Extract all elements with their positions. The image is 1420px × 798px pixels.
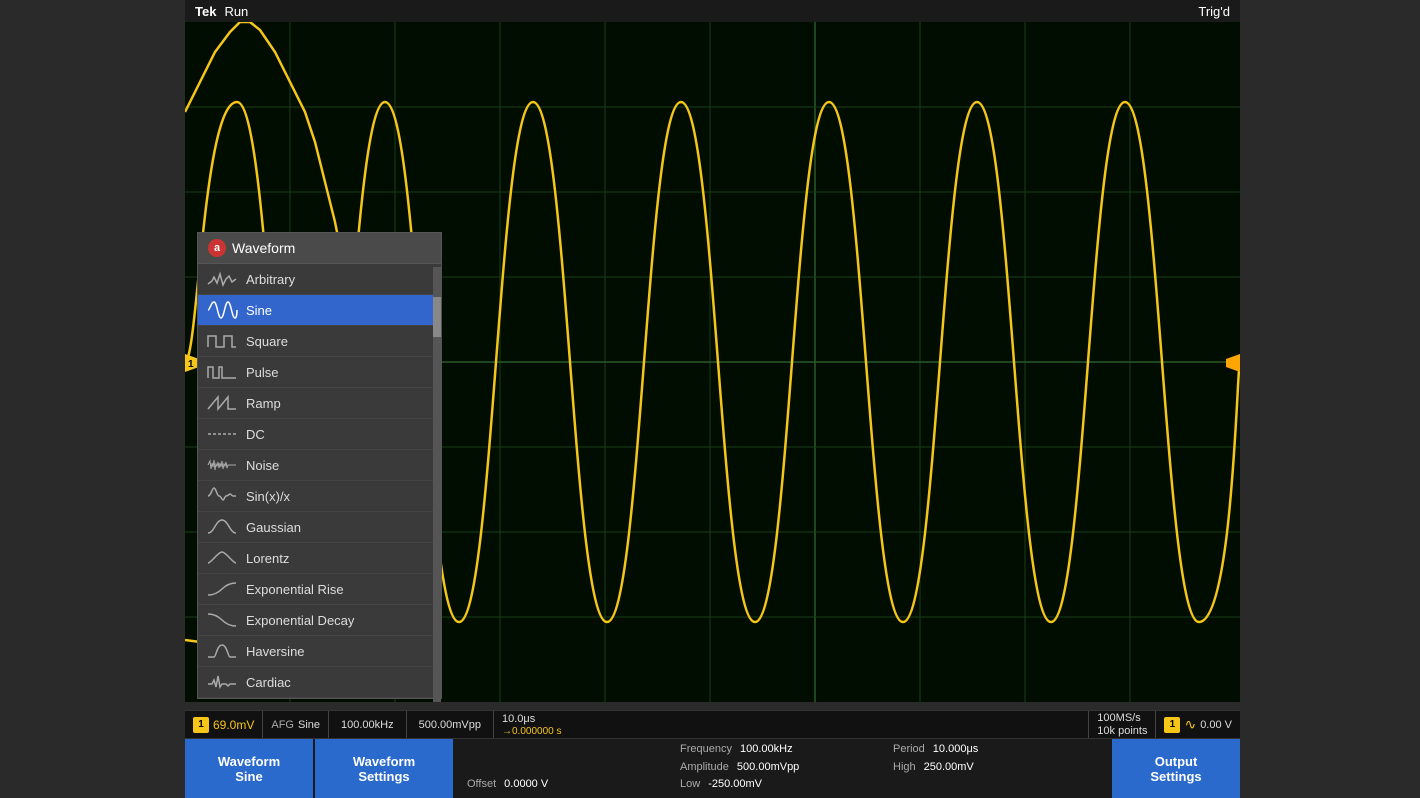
amp-bottom: 500.00mVpp — [419, 719, 481, 731]
func-info-high: High 250.00mV — [893, 761, 1098, 777]
run-status: Run — [224, 4, 248, 19]
scope-screen: 1 a Waveform Arbitrary — [185, 22, 1240, 702]
waveform-label-square: Square — [246, 334, 288, 349]
waveform-label-exp-decay: Exponential Decay — [246, 613, 354, 628]
waveform-settings-btn-label: Waveform Settings — [353, 754, 415, 784]
freq-val: 100.00kHz — [740, 743, 793, 759]
waveform-settings-btn[interactable]: Waveform Settings — [315, 739, 455, 798]
afg-bottom-type: Sine — [298, 719, 320, 731]
waveform-item-gaussian[interactable]: Gaussian — [198, 512, 441, 543]
waveform-label-sinx: Sin(x)/x — [246, 489, 290, 504]
svg-text:1: 1 — [188, 359, 194, 370]
waveform-label-cardiac: Cardiac — [246, 675, 291, 690]
bottom-status-bar: 1 69.0mV AFG Sine 100.00kHz 500.00mVpp 1… — [185, 710, 1240, 738]
func-info-amplitude: Amplitude 500.00mVpp — [680, 761, 885, 777]
waveform-item-noise[interactable]: Noise — [198, 450, 441, 481]
freq-bottom: 100.00kHz — [341, 719, 394, 731]
low-label: Low — [680, 778, 700, 794]
waveform-item-arbitrary[interactable]: Arbitrary — [198, 264, 441, 295]
output-settings-btn[interactable]: Output Settings — [1110, 739, 1240, 798]
waveform-label-gaussian: Gaussian — [246, 520, 301, 535]
waveform-label-lorentz: Lorentz — [246, 551, 289, 566]
waveform-item-exp-decay[interactable]: Exponential Decay — [198, 605, 441, 636]
top-bar: Tek Run Trig'd — [185, 0, 1240, 22]
func-bar: Waveform Sine Waveform Settings Frequenc… — [185, 738, 1240, 798]
waveform-label-exp-rise: Exponential Rise — [246, 582, 344, 597]
right-panel — [1235, 0, 1420, 798]
high-val: 250.00mV — [924, 761, 974, 777]
waveform-item-exp-rise[interactable]: Exponential Rise — [198, 574, 441, 605]
out-sine-sym: ∿ — [1184, 716, 1196, 733]
waveform-item-haversine[interactable]: Haversine — [198, 636, 441, 667]
out-ch-badge: 1 — [1164, 717, 1180, 733]
waveform-item-cardiac[interactable]: Cardiac — [198, 667, 441, 698]
func-info-spare — [467, 743, 672, 776]
waveform-label-pulse: Pulse — [246, 365, 279, 380]
func-info-offset: Offset 0.0000 V — [467, 778, 672, 794]
period-label: Period — [893, 743, 925, 759]
waveform-label-ramp: Ramp — [246, 396, 281, 411]
waveform-dropdown: a Waveform Arbitrary Sine Squ — [197, 232, 442, 699]
waveform-item-square[interactable]: Square — [198, 326, 441, 357]
dropdown-scrollbar[interactable] — [433, 267, 441, 702]
timeoffset-bottom: →0.000000 s — [502, 726, 562, 737]
trig-status: Trig'd — [1198, 4, 1230, 19]
waveform-item-pulse[interactable]: Pulse — [198, 357, 441, 388]
output-settings-btn-label: Output Settings — [1150, 754, 1201, 784]
dropdown-header: a Waveform — [198, 233, 441, 264]
func-info-low: Low -250.00mV — [680, 778, 885, 794]
dropdown-scrollbar-thumb[interactable] — [433, 297, 441, 337]
out-volt: 0.00 V — [1200, 719, 1232, 731]
waveform-item-dc[interactable]: DC — [198, 419, 441, 450]
waveform-item-ramp[interactable]: Ramp — [198, 388, 441, 419]
ch1-badge-bottom: 1 — [193, 717, 209, 733]
low-val: -250.00mV — [708, 778, 762, 794]
freq-label: Frequency — [680, 743, 732, 759]
samplerate-bottom: 100MS/s — [1097, 712, 1147, 724]
brand-logo: Tek — [195, 4, 216, 19]
trig-right-marker — [1222, 354, 1240, 372]
waveform-label-noise: Noise — [246, 458, 279, 473]
high-label: High — [893, 761, 916, 777]
left-panel — [0, 0, 185, 798]
oscilloscope-frame: Tek Run Trig'd — [0, 0, 1420, 798]
waveform-label-dc: DC — [246, 427, 265, 442]
offset-label: Offset — [467, 778, 496, 794]
waveform-btn-label: Waveform Sine — [218, 754, 280, 784]
afg-bottom-label: AFG — [271, 719, 294, 731]
func-info-period: Period 10.000μs — [893, 743, 1098, 759]
dropdown-header-title: Waveform — [232, 240, 295, 256]
amp-val: 500.00mVpp — [737, 761, 799, 777]
offset-val: 0.0000 V — [504, 778, 548, 794]
points-bottom: 10k points — [1097, 725, 1147, 737]
waveform-item-lorentz[interactable]: Lorentz — [198, 543, 441, 574]
ch1-volt-bottom: 69.0mV — [213, 718, 254, 732]
timediv-bottom: 10.0μs — [502, 713, 562, 725]
func-info-freq: Frequency 100.00kHz — [680, 743, 885, 759]
dropdown-header-icon: a — [208, 239, 226, 257]
waveform-label-arbitrary: Arbitrary — [246, 272, 295, 287]
waveform-label-sine: Sine — [246, 303, 272, 318]
waveform-item-sinx[interactable]: Sin(x)/x — [198, 481, 441, 512]
waveform-label-haversine: Haversine — [246, 644, 305, 659]
waveform-btn[interactable]: Waveform Sine — [185, 739, 315, 798]
amp-label: Amplitude — [680, 761, 729, 777]
period-val: 10.000μs — [933, 743, 978, 759]
waveform-item-sine[interactable]: Sine — [198, 295, 441, 326]
func-info-panel: Frequency 100.00kHz Period 10.000μs Ampl… — [455, 739, 1110, 798]
